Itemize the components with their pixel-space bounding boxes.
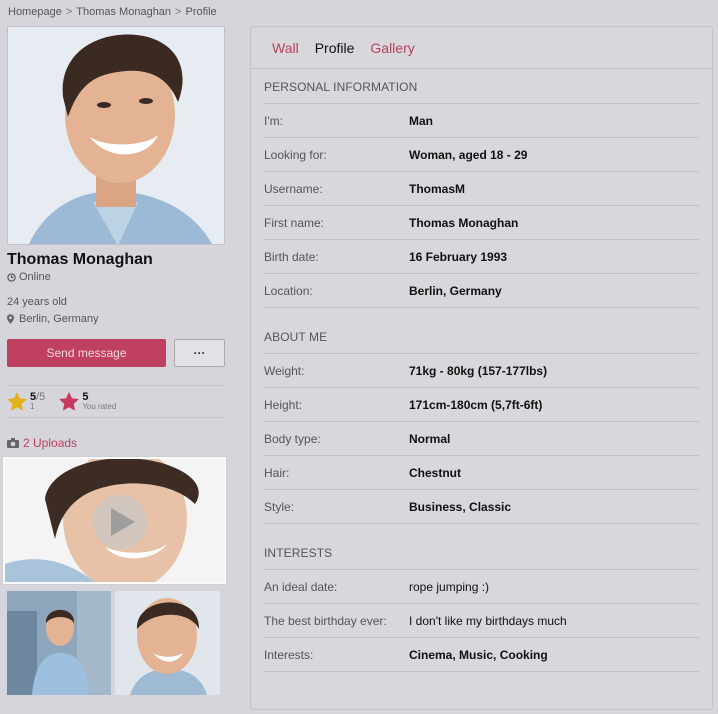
info-value: 71kg - 80kg (157-177lbs)	[409, 363, 548, 378]
info-row: Style: Business, Classic	[264, 490, 699, 524]
about-me-list: Weight: 71kg - 80kg (157-177lbs) Height: 1…	[251, 354, 712, 524]
more-options-button[interactable]: ···	[174, 339, 225, 367]
breadcrumb-separator: >	[175, 6, 182, 18]
info-row: Interests: Cinema, Music, Cooking	[264, 638, 699, 672]
breadcrumb-current: Profile	[185, 6, 217, 18]
photo-thumbnail[interactable]	[115, 591, 220, 695]
info-value: Thomas Monaghan	[409, 215, 519, 230]
info-row: Username: ThomasM	[264, 172, 699, 206]
info-label: Height:	[264, 397, 303, 412]
info-label: Location:	[264, 283, 313, 298]
camera-icon	[7, 438, 19, 448]
info-label: Looking for:	[264, 147, 327, 162]
info-value: rope jumping :)	[409, 579, 490, 594]
info-row: An ideal date: rope jumping :)	[264, 570, 699, 604]
section-title-interests: INTERESTS	[264, 524, 699, 570]
info-value: Business, Classic	[409, 499, 512, 514]
info-label: Username:	[264, 181, 323, 196]
clock-icon	[7, 272, 16, 282]
info-row: I'm: Man	[264, 104, 699, 138]
tab-gallery[interactable]: Gallery	[370, 40, 414, 56]
tab-wall[interactable]: Wall	[272, 40, 299, 56]
your-rating-score: 5	[82, 390, 89, 403]
breadcrumb-separator: >	[65, 6, 73, 18]
section-title-personal: PERSONAL INFORMATION	[264, 69, 699, 104]
profile-photo[interactable]	[7, 26, 225, 245]
info-label: First name:	[264, 215, 325, 230]
info-row: Weight: 71kg - 80kg (157-177lbs)	[264, 354, 699, 388]
send-message-button[interactable]: Send message	[7, 339, 166, 367]
your-rating-label: You rated	[82, 401, 117, 411]
info-value: Woman, aged 18 - 29	[409, 147, 528, 162]
profile-location-label: Berlin, Germany	[19, 313, 99, 325]
info-value: 171cm-180cm (5,7ft-6ft)	[409, 397, 543, 412]
info-value: Normal	[409, 431, 451, 446]
star-icon	[7, 392, 27, 411]
info-row: Looking for: Woman, aged 18 - 29	[264, 138, 699, 172]
online-status-label: Online	[19, 271, 51, 283]
info-label: Interests:	[264, 647, 314, 662]
info-value: 16 February 1993	[409, 249, 508, 264]
rating-count: 1	[30, 401, 35, 411]
video-upload[interactable]	[3, 457, 226, 584]
profile-name: Thomas Monaghan	[7, 251, 153, 268]
photo-thumbnail-image	[7, 591, 111, 695]
info-value: Chestnut	[409, 465, 461, 480]
info-label: Style:	[264, 499, 295, 514]
profile-location: Berlin, Germany	[7, 313, 225, 325]
info-label: An ideal date:	[264, 579, 338, 594]
info-value: Man	[409, 113, 433, 128]
info-value: Berlin, Germany	[409, 283, 502, 298]
profile-panel: Wall Profile Gallery PERSONAL INFORMATIO…	[250, 26, 713, 710]
online-status: Online	[7, 271, 225, 283]
average-rating[interactable]: 5/5 1	[7, 391, 45, 412]
info-row: First name: Thomas Monaghan	[264, 206, 699, 240]
breadcrumb-homepage[interactable]: Homepage	[8, 6, 62, 18]
profile-actions: Send message ···	[7, 339, 225, 367]
photo-thumbnail-image	[115, 591, 220, 695]
info-label: Hair:	[264, 465, 290, 480]
info-value: Cinema, Music, Cooking	[409, 647, 548, 662]
section-title-about: ABOUT ME	[264, 308, 699, 354]
location-pin-icon	[7, 314, 14, 324]
info-row: The best birthday ever: I don't like my b…	[264, 604, 699, 638]
uploads-link[interactable]: 2 Uploads	[7, 436, 225, 450]
uploads-label: 2 Uploads	[23, 436, 78, 450]
info-value: I don't like my birthdays much	[409, 613, 567, 628]
info-label: Weight:	[264, 363, 305, 378]
info-label: Body type:	[264, 431, 321, 446]
profile-tabs: Wall Profile Gallery	[251, 27, 712, 69]
profile-photo-image	[8, 27, 224, 244]
info-row: Hair: Chestnut	[264, 456, 699, 490]
info-label: The best birthday ever:	[264, 613, 387, 628]
video-thumbnail-image	[5, 459, 224, 582]
your-rating[interactable]: 5 You rated	[59, 390, 117, 412]
breadcrumb: Homepage > Thomas Monaghan > Profile	[8, 6, 217, 18]
profile-sidebar: Thomas Monaghan Online 24 years old Berl…	[7, 26, 225, 450]
profile-age: 24 years old	[7, 296, 67, 308]
info-label: Birth date:	[264, 249, 319, 264]
info-value: ThomasM	[409, 181, 466, 196]
interests-list: An ideal date: rope jumping :) The best b…	[251, 570, 712, 672]
star-rated-icon	[59, 392, 80, 411]
tab-profile[interactable]: Profile	[315, 40, 355, 56]
info-label: I'm:	[264, 113, 283, 128]
breadcrumb-user[interactable]: Thomas Monaghan	[76, 6, 171, 18]
info-row: Location: Berlin, Germany	[264, 274, 699, 308]
personal-info-list: I'm: Man Looking for: Woman, aged 18 - 29 …	[251, 104, 712, 308]
info-row: Body type: Normal	[264, 422, 699, 456]
photo-thumbnail[interactable]	[7, 591, 111, 695]
info-row: Birth date: 16 February 1993	[264, 240, 699, 274]
ratings-bar: 5/5 1 5 You rated	[7, 385, 225, 418]
info-row: Height: 171cm-180cm (5,7ft-6ft)	[264, 388, 699, 422]
